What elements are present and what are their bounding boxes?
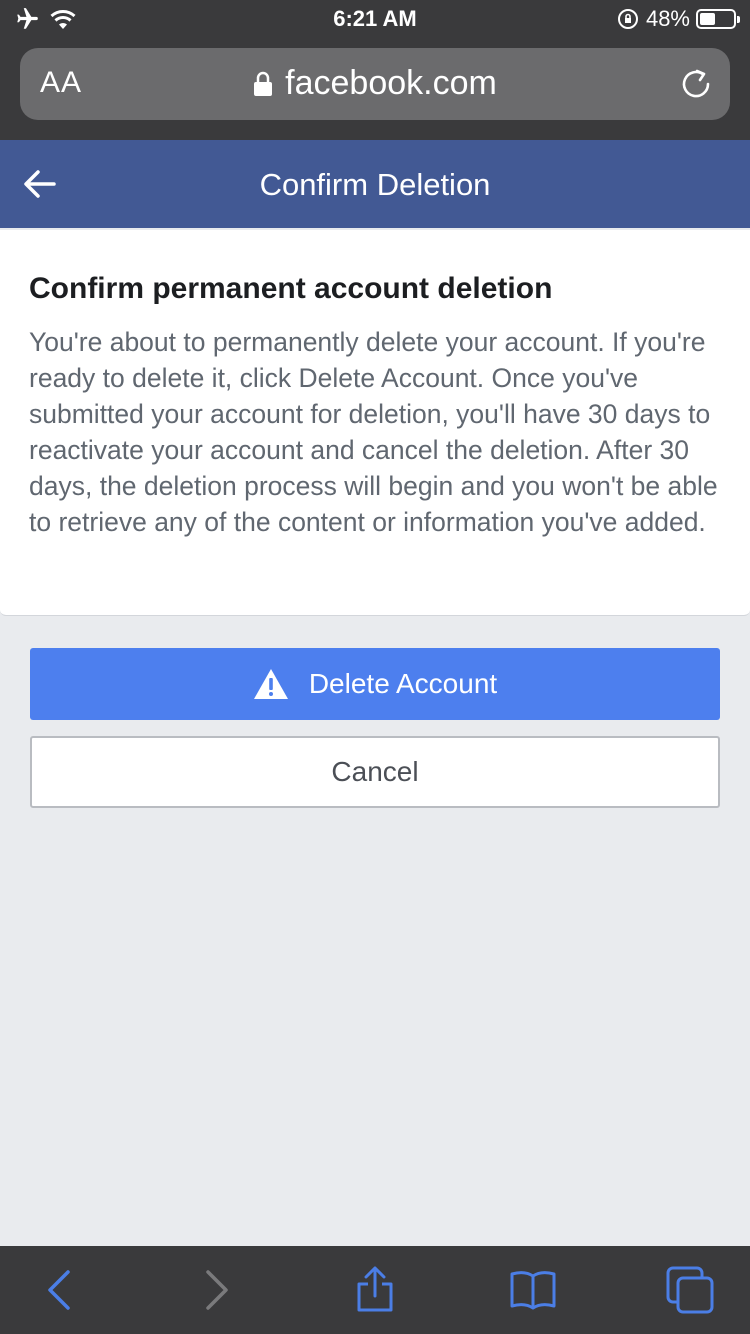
delete-account-label: Delete Account: [308, 668, 498, 699]
battery-percent: 48%: [645, 6, 690, 31]
lock-icon: [254, 71, 273, 96]
rotation-lock-icon: [617, 9, 638, 29]
battery-icon: [696, 9, 740, 29]
page-title: Confirm Deletion: [259, 167, 491, 202]
back-icon[interactable]: [36, 1266, 84, 1314]
cancel-label: Cancel: [331, 756, 419, 787]
warning-icon: [253, 669, 288, 699]
url-text: facebook.com: [285, 64, 497, 102]
status-right: 48%: [616, 6, 740, 32]
card-title: Confirm permanent account deletion: [29, 272, 553, 305]
browser-bar: AA facebook.com: [0, 40, 750, 140]
browser-toolbar: [0, 1246, 750, 1334]
bookmarks-icon[interactable]: [509, 1266, 557, 1314]
url-display[interactable]: facebook.com: [20, 64, 730, 103]
confirmation-card: Confirm permanent account deletion You'r…: [0, 230, 750, 616]
address-bar[interactable]: AA facebook.com: [20, 48, 730, 120]
battery-fill: [700, 13, 716, 25]
page-header: Confirm Deletion: [0, 140, 750, 228]
cancel-button[interactable]: Cancel: [30, 736, 720, 808]
delete-account-button[interactable]: Delete Account: [30, 648, 720, 720]
share-icon[interactable]: [351, 1266, 399, 1314]
card-body: You're about to permanently delete your …: [29, 327, 718, 537]
forward-icon[interactable]: [192, 1266, 240, 1314]
status-bar: 6:21 AM 48%: [0, 0, 750, 40]
reload-icon[interactable]: [676, 64, 716, 104]
tabs-icon[interactable]: [666, 1266, 714, 1314]
